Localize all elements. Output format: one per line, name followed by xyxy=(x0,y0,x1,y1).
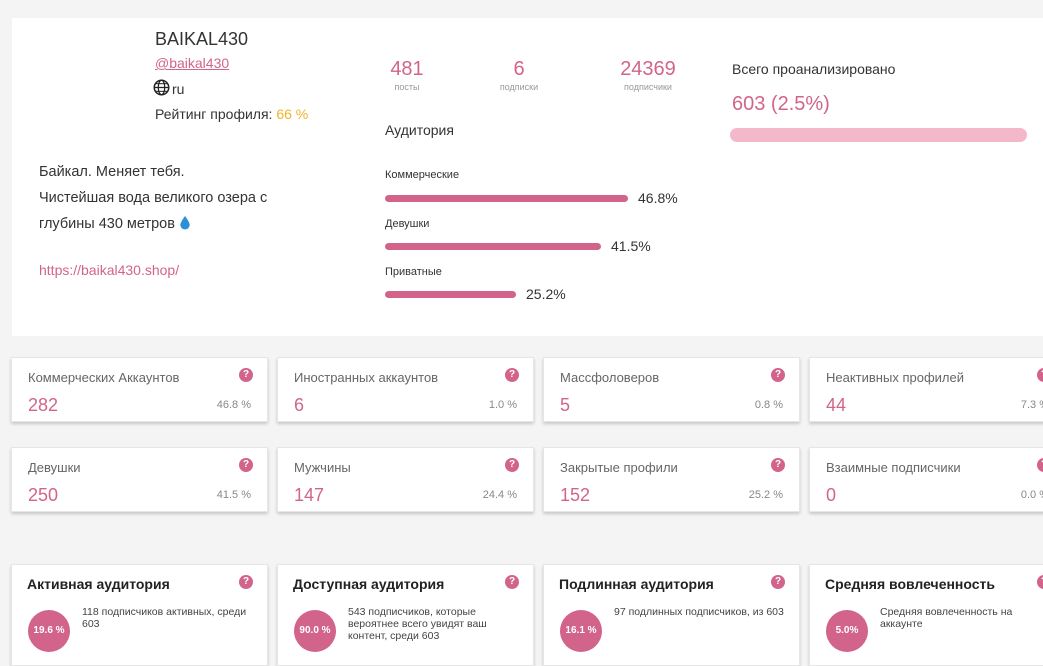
metric-foreign-accounts: Иностранных аккаунтов ? 6 1.0 % xyxy=(277,357,534,422)
question-icon[interactable]: ? xyxy=(1037,368,1043,382)
water-drop-icon xyxy=(179,215,191,232)
bio-line: Байкал. Меняет тебя. xyxy=(39,164,185,180)
metric-commercial-accounts: Коммерческих Аккаунтов ? 282 46.8 % xyxy=(11,357,268,422)
genuine-audience-badge: 16.1 % xyxy=(560,610,602,652)
engagement-badge: 5.0% xyxy=(826,610,868,652)
highlight-average-engagement: Средняя вовлеченность ? 5.0% Средняя вов… xyxy=(809,564,1043,666)
metric-inactive-profiles: Неактивных профилей ? 44 7.3 % xyxy=(809,357,1043,422)
stat-following: 6 подписки xyxy=(499,58,539,92)
total-analyzed-bar xyxy=(730,128,1027,142)
audience-label-private: Приватные xyxy=(385,266,442,278)
question-icon[interactable]: ? xyxy=(1037,458,1043,472)
question-icon[interactable]: ? xyxy=(239,458,253,472)
profile-rating: Рейтинг профиля: 66 % xyxy=(155,106,308,122)
metric-men: Мужчины ? 147 24.4 % xyxy=(277,447,534,512)
language-code: ru xyxy=(172,81,185,97)
audience-title: Аудитория xyxy=(385,122,454,138)
audience-pct-private: 25.2% xyxy=(526,286,566,302)
question-icon[interactable]: ? xyxy=(771,368,785,382)
highlight-genuine-audience: Подлинная аудитория ? 16.1 % 97 подлинны… xyxy=(543,564,800,666)
profile-bio: Байкал. Меняет тебя. Чистейшая вода вели… xyxy=(39,159,359,237)
stat-posts: 481 посты xyxy=(390,58,424,92)
rating-label: Рейтинг профиля: xyxy=(155,106,273,122)
audience-bar-commercial xyxy=(385,195,628,202)
bio-line-with-drop: глубины 430 метров xyxy=(39,211,359,237)
profile-name: BAIKAL430 xyxy=(155,29,249,49)
audience-bar-private xyxy=(385,291,516,298)
active-audience-badge: 19.6 % xyxy=(28,610,70,652)
highlight-reachable-audience: Доступная аудитория ? 90.0 % 543 подписч… xyxy=(277,564,534,666)
audience-label-girls: Девушки xyxy=(385,218,430,230)
question-icon[interactable]: ? xyxy=(771,575,785,589)
audience-label-commercial: Коммерческие xyxy=(385,169,460,181)
metric-girls: Девушки ? 250 41.5 % xyxy=(11,447,268,512)
highlight-active-audience: Активная аудитория ? 19.6 % 118 подписчи… xyxy=(11,564,268,666)
total-analyzed-label: Всего проанализировано xyxy=(732,61,896,77)
profile-website-link[interactable]: https://baikal430.shop/ xyxy=(39,262,179,278)
rating-value: 66 % xyxy=(276,106,309,122)
question-icon[interactable]: ? xyxy=(505,458,519,472)
question-icon[interactable]: ? xyxy=(239,368,253,382)
total-analyzed-value: 603 (2.5%) xyxy=(732,93,830,115)
metric-mutual-followers: Взаимные подписчики ? 0 0.0 % xyxy=(809,447,1043,512)
question-icon[interactable]: ? xyxy=(505,575,519,589)
audience-bar-girls xyxy=(385,243,601,250)
question-icon[interactable]: ? xyxy=(505,368,519,382)
globe-icon xyxy=(153,79,170,99)
question-icon[interactable]: ? xyxy=(771,458,785,472)
audience-pct-girls: 41.5% xyxy=(611,238,651,254)
metric-private-profiles: Закрытые профили ? 152 25.2 % xyxy=(543,447,800,512)
bio-line: Чистейшая вода великого озера с xyxy=(39,190,268,206)
profile-card: BAIKAL430 @baikal430 ru Рейтинг профиля:… xyxy=(12,18,1043,336)
profile-handle-link[interactable]: @baikal430 xyxy=(155,55,229,71)
reachable-audience-badge: 90.0 % xyxy=(294,610,336,652)
audience-pct-commercial: 46.8% xyxy=(638,190,678,206)
profile-language: ru xyxy=(153,79,184,99)
metric-massfollowers: Массфоловеров ? 5 0.8 % xyxy=(543,357,800,422)
question-icon[interactable]: ? xyxy=(1037,575,1043,589)
question-icon[interactable]: ? xyxy=(239,575,253,589)
stat-followers: 24369 подписчики xyxy=(620,58,676,92)
